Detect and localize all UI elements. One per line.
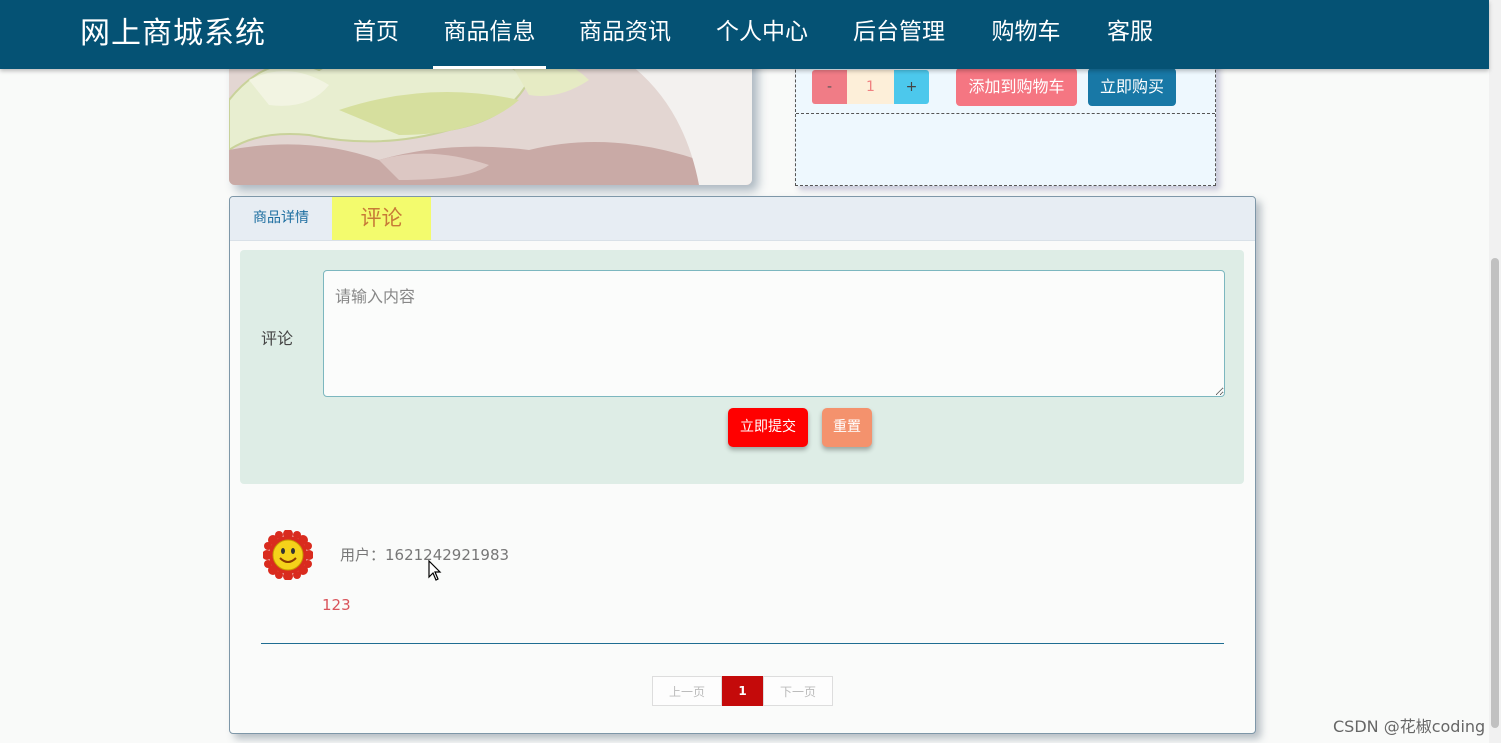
- sun-smiley-icon: [262, 529, 314, 581]
- product-tabs-card: 商品详情 评论 评论 立即提交 重置 用户：16: [229, 196, 1256, 734]
- comment-divider: [261, 643, 1224, 644]
- user-avatar: [262, 529, 314, 581]
- comment-field-label: 评论: [261, 329, 294, 348]
- comment-username: 用户：1621242921983: [340, 546, 510, 564]
- quantity-increase-button[interactable]: +: [894, 70, 929, 104]
- quantity-decrease-button[interactable]: -: [812, 70, 847, 104]
- top-navbar: 网上商城系统 首页 商品信息 商品资讯 个人中心 后台管理 购物车 客服: [0, 0, 1489, 69]
- nav-item-personal-center[interactable]: 个人中心: [715, 14, 809, 69]
- tab-bar: 商品详情 评论: [230, 197, 1255, 241]
- add-to-cart-button[interactable]: 添加到购物车: [956, 68, 1077, 106]
- watermark-text: CSDN @花椒coding: [1333, 717, 1486, 736]
- site-brand[interactable]: 网上商城系统: [80, 14, 266, 54]
- tab-comment[interactable]: 评论: [332, 197, 431, 240]
- scrollbar-thumb[interactable]: [1491, 258, 1499, 728]
- mouse-pointer-icon: [428, 560, 442, 581]
- nav-item-product-info[interactable]: 商品信息: [433, 14, 546, 69]
- nav-item-admin[interactable]: 后台管理: [852, 14, 946, 69]
- pagination: 上一页 1 下一页: [652, 676, 833, 706]
- comment-form: 评论 立即提交 重置: [240, 250, 1244, 484]
- nav-item-home[interactable]: 首页: [352, 14, 400, 69]
- prev-page-button[interactable]: 上一页: [652, 676, 722, 706]
- tab-product-detail[interactable]: 商品详情: [230, 197, 332, 240]
- submit-comment-button[interactable]: 立即提交: [728, 408, 808, 447]
- nav-item-product-news[interactable]: 商品资讯: [578, 14, 672, 69]
- panel-divider: [796, 113, 1215, 114]
- current-page-button[interactable]: 1: [722, 676, 763, 706]
- reset-button[interactable]: 重置: [822, 408, 872, 447]
- comment-textarea[interactable]: [323, 270, 1225, 397]
- nav-item-cart[interactable]: 购物车: [990, 14, 1062, 69]
- buy-now-button[interactable]: 立即购买: [1088, 68, 1176, 106]
- quantity-input[interactable]: 1: [847, 70, 894, 104]
- comment-content: 123: [322, 596, 351, 614]
- next-page-button[interactable]: 下一页: [763, 676, 833, 706]
- page-scrollbar[interactable]: [1489, 0, 1501, 743]
- nav-item-customer-service[interactable]: 客服: [1106, 14, 1154, 69]
